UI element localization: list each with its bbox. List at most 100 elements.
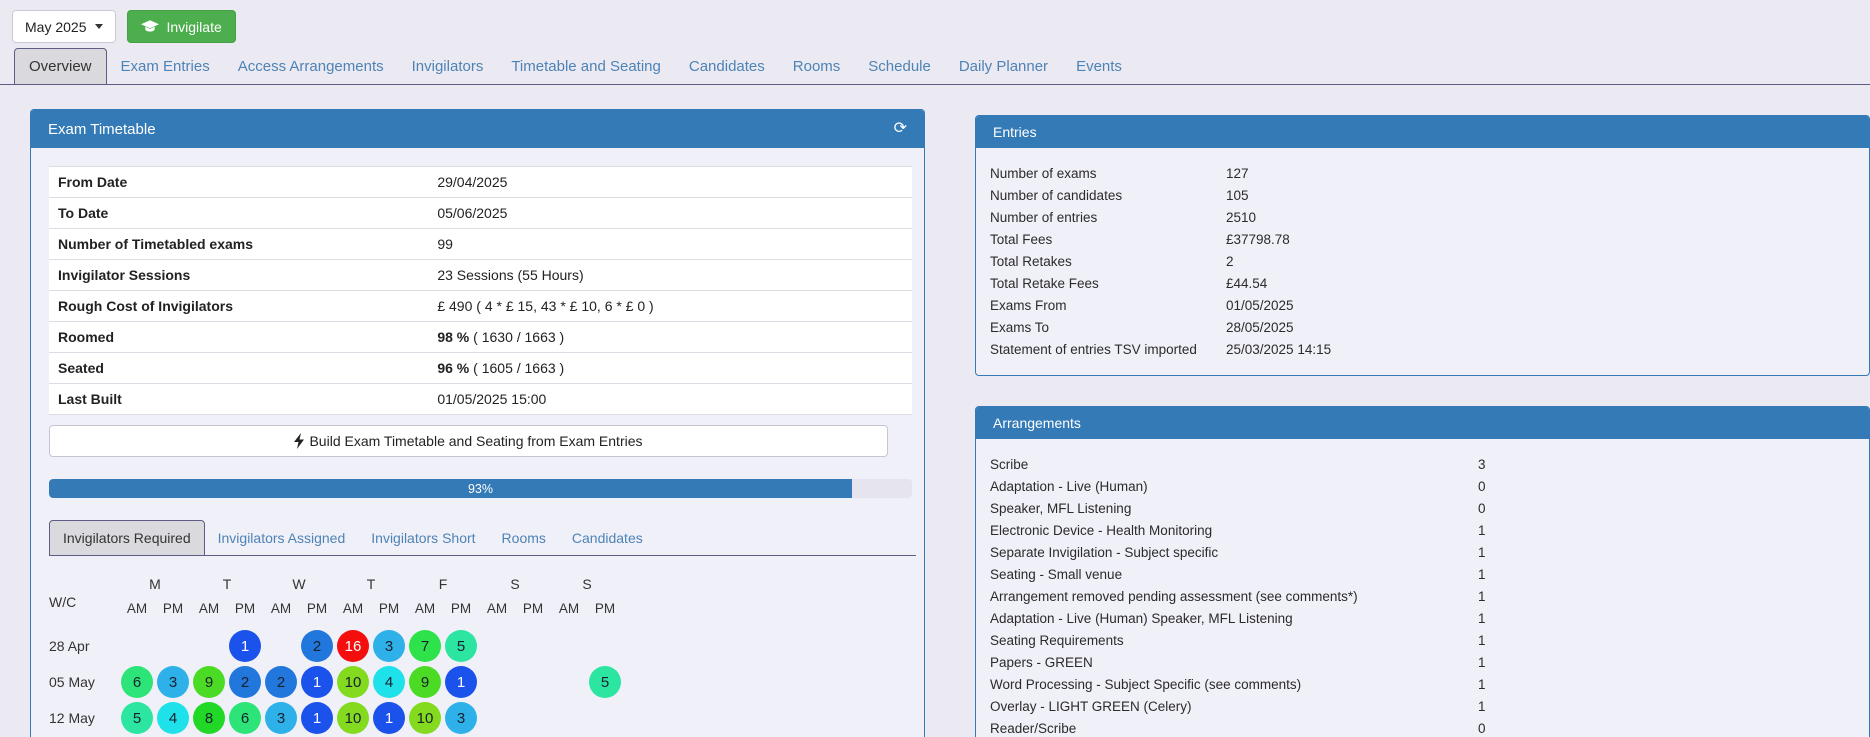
grid-cell <box>479 628 515 664</box>
session-count-badge: 9 <box>193 666 225 698</box>
arrangement-value: 1 <box>1478 586 1855 608</box>
arrangement-label: Seating - Small venue <box>990 564 1478 586</box>
arrangement-label: Adaptation - Live (Human) Speaker, MFL L… <box>990 608 1478 630</box>
arrangements-header: Arrangements <box>976 407 1869 439</box>
subtab-invigilators-assigned[interactable]: Invigilators Assigned <box>205 521 359 555</box>
stat-label: Number of exams <box>990 163 1226 185</box>
tab-daily-planner[interactable]: Daily Planner <box>945 49 1062 84</box>
stat-label: Statement of entries TSV imported <box>990 339 1226 361</box>
tab-timetable-and-seating[interactable]: Timetable and Seating <box>497 49 675 84</box>
stat-label: Number of entries <box>990 207 1226 229</box>
arrangement-row: Seating - Small venue 1 <box>990 564 1855 586</box>
arrangement-label: Separate Invigilation - Subject specific <box>990 542 1478 564</box>
tab-candidates[interactable]: Candidates <box>675 49 779 84</box>
grid-session-label: PM <box>299 601 335 628</box>
timetable-field-row: Last Built 01/05/2025 15:00 <box>49 384 912 415</box>
grid-session-label: PM <box>515 601 551 628</box>
grid-cell: 6 <box>119 664 155 700</box>
grid-cell: 6 <box>227 700 263 736</box>
grid-day-label: S <box>551 576 623 601</box>
grid-week-label: 05 May <box>49 674 119 690</box>
field-value: ( 1605 / 1663 ) <box>469 360 564 376</box>
grid-cell: 10 <box>335 700 371 736</box>
arrangement-row: Reader/Scribe 0 <box>990 718 1855 737</box>
stat-value: 127 <box>1226 163 1855 185</box>
grid-session-label: AM <box>479 601 515 628</box>
grid-cell: 4 <box>371 664 407 700</box>
session-count-badge: 1 <box>445 666 477 698</box>
arrangement-label: Arrangement removed pending assessment (… <box>990 586 1478 608</box>
grid-day-label: W <box>263 576 335 601</box>
grid-session-label: PM <box>371 601 407 628</box>
session-count-badge: 6 <box>121 666 153 698</box>
tab-schedule[interactable]: Schedule <box>854 49 945 84</box>
arrangement-label: Scribe <box>990 454 1478 476</box>
timetable-field-row: Seated 96 % ( 1605 / 1663 ) <box>49 353 912 384</box>
grid-cell <box>551 700 587 736</box>
month-selector-label: May 2025 <box>25 19 86 35</box>
grid-cell: 16 <box>335 628 371 664</box>
stat-value: 28/05/2025 <box>1226 317 1855 339</box>
tab-invigilators[interactable]: Invigilators <box>398 49 498 84</box>
stat-value: £44.54 <box>1226 273 1855 295</box>
arrangement-label: Electronic Device - Health Monitoring <box>990 520 1478 542</box>
field-value: £ 490 ( 4 * £ 15, 43 * £ 10, 6 * £ 0 ) <box>437 298 653 314</box>
stat-label: Total Fees <box>990 229 1226 251</box>
arrangement-value: 1 <box>1478 542 1855 564</box>
grid-cell <box>515 700 551 736</box>
grid-cell <box>551 664 587 700</box>
subtab-invigilators-required[interactable]: Invigilators Required <box>49 520 205 556</box>
grid-cell: 3 <box>371 628 407 664</box>
arrangement-label: Seating Requirements <box>990 630 1478 652</box>
invigilate-button[interactable]: Invigilate <box>127 10 235 43</box>
stat-row: Total Retakes 2 <box>990 251 1855 273</box>
grid-day-label: F <box>407 576 479 601</box>
grid-week-label: 12 May <box>49 710 119 726</box>
session-count-badge: 5 <box>121 702 153 734</box>
month-selector-button[interactable]: May 2025 <box>12 10 116 43</box>
arrangement-row: Seating Requirements 1 <box>990 630 1855 652</box>
grid-cell: 2 <box>227 664 263 700</box>
refresh-icon[interactable]: ⟳ <box>894 121 907 137</box>
stat-row: Number of candidates 105 <box>990 185 1855 207</box>
panel-title: Arrangements <box>993 415 1081 431</box>
subtab-rooms[interactable]: Rooms <box>489 521 559 555</box>
grid-cell: 2 <box>299 628 335 664</box>
stat-value: 2 <box>1226 251 1855 273</box>
arrangement-value: 0 <box>1478 476 1855 498</box>
grid-session-label: AM <box>119 601 155 628</box>
subtab-invigilators-short[interactable]: Invigilators Short <box>358 521 488 555</box>
grid-cell: 7 <box>407 628 443 664</box>
tab-access-arrangements[interactable]: Access Arrangements <box>224 49 398 84</box>
exam-timetable-header: Exam Timetable ⟳ <box>31 110 924 148</box>
subtab-candidates[interactable]: Candidates <box>559 521 656 555</box>
arrangement-value: 1 <box>1478 674 1855 696</box>
progress-label: 93% <box>49 479 912 498</box>
tab-rooms[interactable]: Rooms <box>779 49 855 84</box>
grid-cell: 9 <box>191 664 227 700</box>
session-count-badge: 3 <box>265 702 297 734</box>
grid-session-label: PM <box>443 601 479 628</box>
stat-row: Total Retake Fees £44.54 <box>990 273 1855 295</box>
session-count-badge: 10 <box>337 666 369 698</box>
stat-label: Number of candidates <box>990 185 1226 207</box>
content: Exam Timetable ⟳ From Date 29/04/2025 <box>0 109 1870 737</box>
tab-exam-entries[interactable]: Exam Entries <box>107 49 224 84</box>
build-timetable-button[interactable]: Build Exam Timetable and Seating from Ex… <box>49 425 888 457</box>
tab-overview[interactable]: Overview <box>14 48 107 85</box>
arrangement-value: 1 <box>1478 564 1855 586</box>
toolbar: May 2025 Invigilate <box>0 0 1870 43</box>
timetable-field-row: Number of Timetabled exams 99 <box>49 229 912 260</box>
arrangement-value: 1 <box>1478 630 1855 652</box>
grid-cell: 1 <box>371 700 407 736</box>
tab-events[interactable]: Events <box>1062 49 1136 84</box>
stat-value: 01/05/2025 <box>1226 295 1855 317</box>
grid-session-label: AM <box>407 601 443 628</box>
grid-cell: 3 <box>155 664 191 700</box>
grid-cell <box>479 664 515 700</box>
stat-value: 25/03/2025 14:15 <box>1226 339 1855 361</box>
grid-week-label: 28 Apr <box>49 638 119 654</box>
stat-value: £37798.78 <box>1226 229 1855 251</box>
arrangement-row: Arrangement removed pending assessment (… <box>990 586 1855 608</box>
grid-cell <box>479 700 515 736</box>
